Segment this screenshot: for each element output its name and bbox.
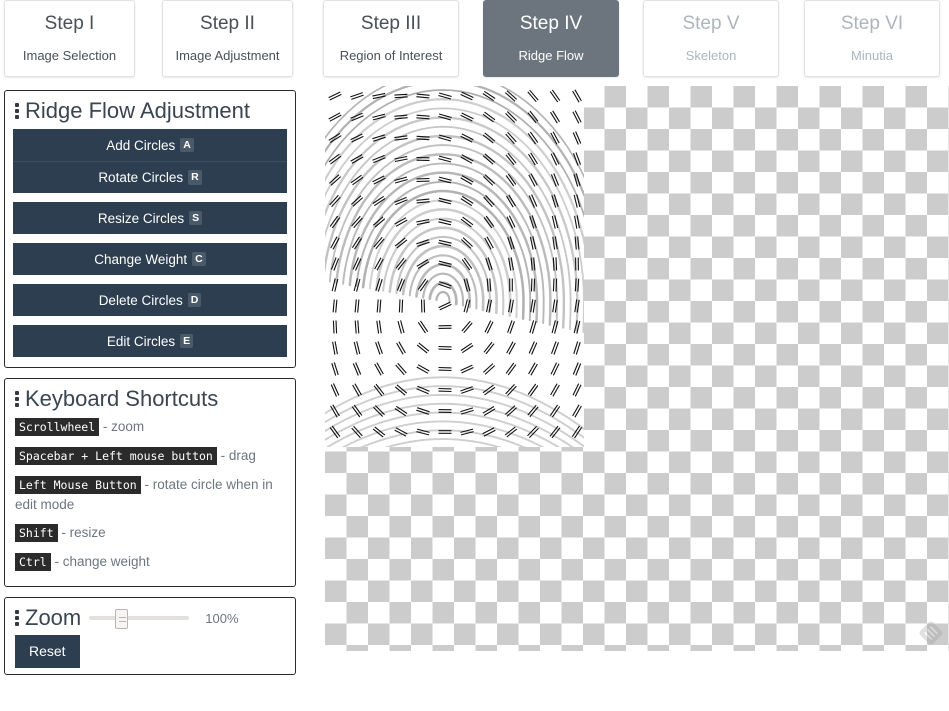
step-tab-number: Step V: [682, 13, 740, 35]
image-canvas-stage[interactable]: [325, 86, 949, 651]
step-tab-number: Step II: [200, 13, 255, 35]
panel-title: Ridge Flow Adjustment: [25, 98, 250, 123]
add-circles-button[interactable]: Add Circles A: [13, 129, 287, 162]
edit-circles-group: Edit Circles E: [13, 325, 287, 358]
shortcut-row-weight: Ctrl - change weight: [15, 552, 287, 572]
resize-grip-icon[interactable]: [916, 618, 946, 648]
step-tab-minutia: Step VI Minutia: [804, 0, 940, 77]
step-tab-image-selection[interactable]: Step I Image Selection: [4, 0, 135, 77]
button-label: Edit Circles: [106, 333, 176, 349]
step-tab-skeleton: Step V Skeleton: [643, 0, 779, 77]
panel-title: Keyboard Shortcuts: [25, 386, 219, 412]
step-tab-ridge-flow[interactable]: Step IV Ridge Flow: [483, 0, 619, 77]
left-tool-column: Ridge Flow Adjustment Add Circles A Rota…: [4, 90, 296, 685]
button-label: Resize Circles: [97, 210, 185, 226]
drag-handle-icon[interactable]: [15, 609, 19, 627]
step-navigation: Step I Image Selection Step II Image Adj…: [0, 0, 949, 82]
zoom-panel: Zoom 100% Reset: [4, 597, 296, 675]
keyboard-shortcuts-panel: Keyboard Shortcuts Scrollwheel - zoom Sp…: [4, 378, 296, 588]
button-label: Add Circles: [106, 137, 176, 153]
step-tab-label: Image Selection: [22, 47, 117, 63]
change-weight-button[interactable]: Change Weight C: [13, 243, 287, 276]
panel-header: Keyboard Shortcuts: [15, 386, 287, 412]
change-weight-group: Change Weight C: [13, 243, 287, 276]
drag-handle-icon[interactable]: [15, 390, 19, 408]
step-tab-number: Step I: [44, 13, 95, 35]
shortcut-key-badge: D: [187, 292, 202, 308]
shortcut-row-resize: Shift - resize: [15, 523, 287, 543]
delete-circles-button[interactable]: Delete Circles D: [13, 284, 287, 317]
step-tab-label: Ridge Flow: [518, 47, 584, 63]
shortcut-keys: Spacebar + Left mouse button: [15, 447, 217, 466]
shortcut-description: - change weight: [50, 554, 150, 570]
edit-circles-button[interactable]: Edit Circles E: [13, 325, 287, 358]
delete-circles-group: Delete Circles D: [13, 284, 287, 317]
shortcut-description: - drag: [216, 448, 256, 464]
shortcut-row-zoom: Scrollwheel - zoom: [15, 417, 287, 437]
shortcut-keys: Left Mouse Button: [15, 476, 141, 495]
panel-header: Ridge Flow Adjustment: [15, 98, 287, 123]
resize-circles-group: Resize Circles S: [13, 202, 287, 235]
shortcut-keys: Shift: [15, 524, 58, 543]
fingerprint-svg: [325, 86, 584, 447]
zoom-slider-track[interactable]: [89, 616, 190, 621]
shortcut-row-drag: Spacebar + Left mouse button - drag: [15, 446, 287, 466]
step-tab-number: Step IV: [519, 13, 583, 35]
circle-mode-button-group: Add Circles A Rotate Circles R: [13, 129, 287, 194]
step-tab-number: Step VI: [840, 13, 904, 35]
shortcut-key-badge: S: [189, 210, 203, 226]
step-tab-label: Minutia: [851, 47, 893, 63]
drag-handle-icon[interactable]: [15, 102, 19, 120]
shortcut-keys: Ctrl: [15, 553, 51, 572]
shortcut-keys: Scrollwheel: [15, 418, 100, 437]
resize-circles-button[interactable]: Resize Circles S: [13, 202, 287, 235]
zoom-slider-thumb[interactable]: [115, 609, 129, 630]
zoom-slider[interactable]: [89, 609, 190, 630]
panel-title: Zoom: [25, 605, 82, 631]
shortcut-key-badge: R: [188, 170, 202, 185]
shortcut-key-badge: C: [192, 251, 206, 267]
button-label: Change Weight: [94, 251, 188, 267]
ridge-flow-adjustment-panel: Ridge Flow Adjustment Add Circles A Rota…: [4, 90, 296, 369]
fingerprint-ridge-flow-image[interactable]: [325, 86, 584, 447]
shortcut-description: - zoom: [99, 419, 145, 435]
step-tab-label: Skeleton: [685, 47, 737, 63]
step-tab-label: Region of Interest: [339, 47, 443, 63]
rotate-circles-button[interactable]: Rotate Circles R: [13, 161, 287, 194]
step-tab-region-of-interest[interactable]: Step III Region of Interest: [323, 0, 459, 77]
step-tab-image-adjustment[interactable]: Step II Image Adjustment: [162, 0, 293, 77]
shortcut-description: - resize: [57, 525, 106, 541]
shortcut-row-rotate: Left Mouse Button - rotate circle when i…: [15, 475, 287, 514]
zoom-percentage-label: 100%: [205, 610, 239, 626]
shortcut-key-badge: E: [180, 333, 194, 349]
shortcut-key-badge: A: [180, 137, 194, 153]
step-tab-number: Step III: [360, 13, 422, 35]
step-tab-label: Image Adjustment: [175, 47, 280, 63]
app-root: Step I Image Selection Step II Image Adj…: [0, 0, 949, 711]
reset-zoom-button[interactable]: Reset: [15, 634, 80, 668]
button-label: Delete Circles: [98, 292, 183, 308]
button-label: Rotate Circles: [98, 170, 184, 186]
panel-header: Zoom 100%: [15, 606, 287, 630]
